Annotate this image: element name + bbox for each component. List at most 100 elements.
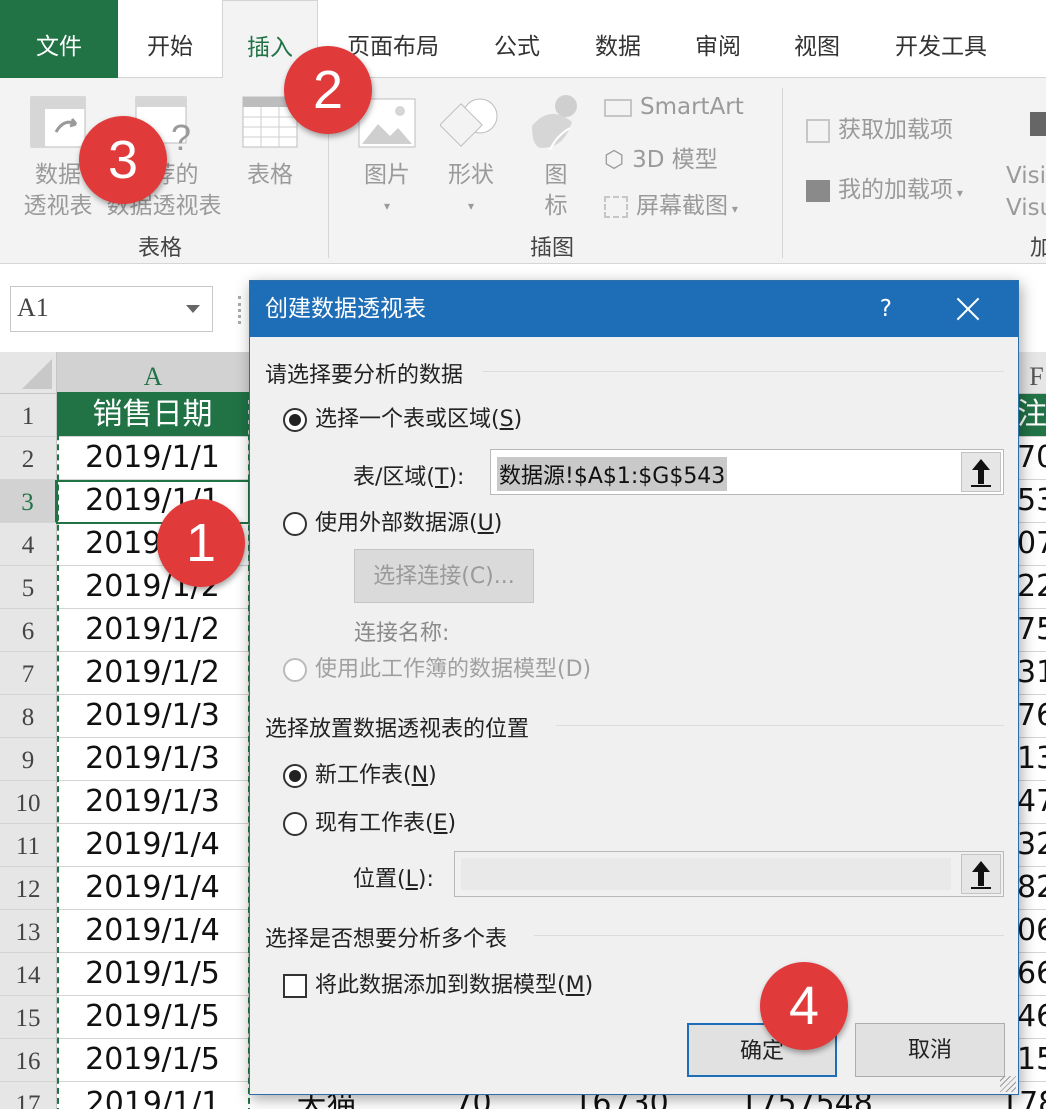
column-header-f[interactable]: F [1017, 352, 1046, 394]
cell-sales-date[interactable]: 2019/1/3 [57, 695, 249, 738]
cell-sales-date[interactable]: 2019/1/3 [57, 781, 249, 824]
tab-file[interactable]: 文件 [0, 0, 118, 78]
cell-sales-date[interactable]: 2019/1/2 [57, 652, 249, 695]
visio-button[interactable]: Visi Visu [1006, 160, 1046, 224]
radio-data-model[interactable]: 使用此工作簿的数据模型(D) [283, 655, 591, 685]
smartart-button[interactable]: SmartArt [604, 94, 744, 120]
cell-f[interactable]: 47 [1017, 781, 1046, 824]
row-header[interactable]: 15 [0, 996, 57, 1039]
radio-existing-worksheet[interactable]: 现有工作表(E) [283, 809, 456, 839]
cell-f[interactable]: 75 [1017, 609, 1046, 652]
row-header[interactable]: 4 [0, 523, 57, 566]
row-header[interactable]: 9 [0, 738, 57, 781]
chevron-down-icon[interactable] [186, 305, 200, 313]
my-addins-button[interactable]: 我的加载项 ▾ [806, 170, 963, 204]
screenshot-button[interactable]: 屏幕截图 ▾ [604, 186, 738, 220]
row-header[interactable]: 7 [0, 652, 57, 695]
row-header[interactable]: 17 [0, 1082, 57, 1109]
section-divider [482, 371, 1004, 372]
get-addins-button[interactable]: 获取加载项 [806, 110, 953, 144]
row-header[interactable]: 1 [0, 394, 57, 437]
row-header[interactable]: 10 [0, 781, 57, 824]
range-select-icon [971, 861, 991, 889]
tab-data[interactable]: 数据 [575, 0, 661, 78]
3d-models-button[interactable]: ⬡ 3D 模型 [604, 140, 718, 174]
icons-button[interactable]: 图 标 [536, 160, 576, 222]
cell-f[interactable]: 76 [1017, 695, 1046, 738]
smartart-icon [604, 98, 632, 117]
row-header[interactable]: 14 [0, 953, 57, 996]
checkbox-unchecked-icon [283, 974, 307, 998]
cell-sales-date[interactable]: 2019/1/5 [57, 996, 249, 1039]
cell-f[interactable]: 46 [1017, 996, 1046, 1039]
cell-f[interactable]: 15 [1017, 1039, 1046, 1082]
tab-home[interactable]: 开始 [118, 0, 222, 78]
group-label-tables: 表格 [138, 236, 183, 261]
row-header[interactable]: 11 [0, 824, 57, 867]
cell-sales-date[interactable]: 2019/1/5 [57, 1039, 249, 1082]
cell-f[interactable]: 31 [1017, 652, 1046, 695]
radio-external-source[interactable]: 使用外部数据源(U) [283, 509, 502, 539]
row-header[interactable]: 8 [0, 695, 57, 738]
cell-f[interactable]: 66 [1017, 953, 1046, 996]
cell-f[interactable]: 53 [1017, 480, 1046, 523]
header-cell-f[interactable]: 注人 [1017, 394, 1046, 437]
step-badge-4: 4 [760, 962, 848, 1050]
location-input[interactable] [454, 851, 1004, 897]
row-header[interactable]: 13 [0, 910, 57, 953]
cell-f[interactable]: 07 [1017, 523, 1046, 566]
picture-button[interactable]: 图片 ▾ [352, 160, 422, 222]
tab-view[interactable]: 视图 [774, 0, 860, 78]
close-icon[interactable] [952, 293, 984, 325]
row-header[interactable]: 2 [0, 437, 57, 480]
cell-f[interactable]: 13 [1017, 738, 1046, 781]
cancel-button[interactable]: 取消 [855, 1023, 1005, 1077]
group-label-addins: 加 [1030, 236, 1046, 261]
cell-f[interactable]: 82 [1017, 867, 1046, 910]
group-label-illustrations: 插图 [530, 236, 575, 261]
tab-formulas[interactable]: 公式 [474, 0, 560, 78]
formula-bar-splitter[interactable] [238, 296, 244, 324]
name-box[interactable]: A1 [10, 286, 213, 332]
row-header[interactable]: 12 [0, 867, 57, 910]
table-range-value: 数据源!$A$1:$G$543 [497, 457, 728, 491]
icons-label-1: 图 [544, 162, 568, 188]
row-header[interactable]: 6 [0, 609, 57, 652]
cell-sales-date[interactable]: 2019/1/1 [57, 437, 249, 480]
help-button[interactable]: ? [880, 281, 892, 337]
collapse-location-button[interactable] [961, 854, 1001, 894]
pivot-table-icon [30, 96, 86, 148]
radio-select-range[interactable]: 选择一个表或区域(S) [283, 405, 522, 435]
radio-new-worksheet[interactable]: 新工作表(N) [283, 761, 437, 791]
select-all-button[interactable] [0, 352, 57, 394]
column-header-a[interactable]: A [57, 352, 250, 394]
cell-sales-date[interactable]: 2019/1/4 [57, 910, 249, 953]
table-range-input[interactable]: 数据源!$A$1:$G$543 [490, 449, 1004, 495]
collapse-range-button[interactable] [961, 452, 1001, 492]
cell-sales-date[interactable]: 2019/1/2 [57, 609, 249, 652]
choose-connection-button[interactable]: 选择连接(C)... [354, 549, 534, 603]
row-header[interactable]: 3 [0, 480, 57, 523]
cell-sales-date[interactable]: 2019/1/4 [57, 824, 249, 867]
cell-sales-date[interactable]: 2019/1/5 [57, 953, 249, 996]
table-button[interactable]: 表格 [232, 160, 308, 191]
cell-sales-date[interactable]: 2019/1/3 [57, 738, 249, 781]
shapes-icon [439, 96, 500, 152]
shapes-button[interactable]: 形状 ▾ [436, 160, 506, 222]
tab-review[interactable]: 审阅 [675, 0, 761, 78]
header-cell-sales-date[interactable]: 销售日期 [57, 394, 249, 437]
resize-grip-icon[interactable] [1000, 1076, 1016, 1092]
dialog-title[interactable]: 创建数据透视表 [250, 281, 1018, 337]
row-header[interactable]: 5 [0, 566, 57, 609]
cell-f[interactable]: 06 [1017, 910, 1046, 953]
cell-sales-date[interactable]: 2019/1/4 [57, 867, 249, 910]
range-select-icon [971, 459, 991, 487]
cell-f[interactable]: 70 [1017, 437, 1046, 480]
checkbox-add-to-data-model[interactable]: 将此数据添加到数据模型(M) [283, 971, 593, 1001]
row-header[interactable]: 16 [0, 1039, 57, 1082]
cell-a17[interactable]: 2019/1/1 [57, 1084, 249, 1109]
tab-developer[interactable]: 开发工具 [876, 0, 1006, 78]
cell-f[interactable]: 22 [1017, 566, 1046, 609]
radio-disabled-icon [283, 658, 307, 682]
cell-f[interactable]: 32 [1017, 824, 1046, 867]
